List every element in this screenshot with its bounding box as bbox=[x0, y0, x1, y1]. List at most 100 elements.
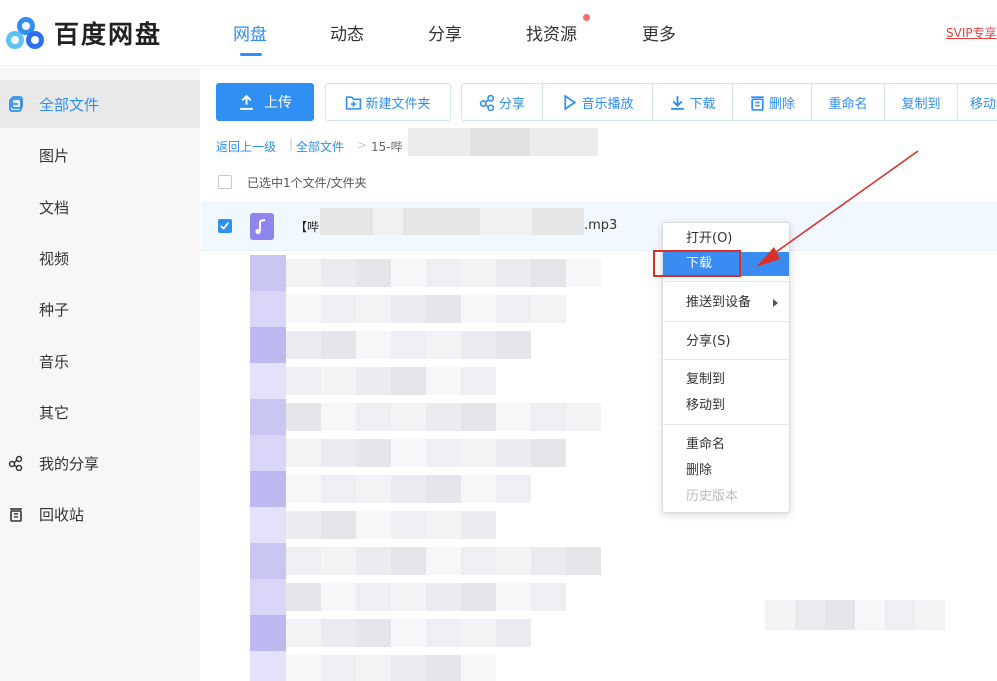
redacted-cell bbox=[356, 331, 391, 359]
delete-button[interactable]: 删除 bbox=[732, 83, 812, 121]
redacted-file-icon bbox=[250, 507, 286, 543]
file-name-prefix[interactable]: 【哔 bbox=[295, 218, 319, 235]
nav-share[interactable]: 分享 bbox=[428, 20, 462, 45]
redacted-cell bbox=[356, 619, 391, 647]
breadcrumb-back[interactable]: 返回上一级 bbox=[216, 138, 276, 155]
baidu-netdisk-logo[interactable] bbox=[2, 14, 50, 54]
music-play-button[interactable]: 音乐播放 bbox=[542, 83, 653, 121]
trash-icon bbox=[751, 95, 764, 111]
redacted-cell bbox=[321, 547, 356, 575]
redacted-cell bbox=[426, 547, 461, 575]
redacted-cell bbox=[566, 547, 601, 575]
sidebar-item-my-share[interactable]: 我的分享 bbox=[0, 439, 200, 487]
redacted-file-icon bbox=[250, 327, 286, 363]
breadcrumb-all-files[interactable]: 全部文件 bbox=[296, 138, 344, 155]
redacted-file-icon bbox=[250, 291, 286, 327]
redacted-cell bbox=[286, 403, 321, 431]
menu-divider bbox=[663, 359, 789, 360]
redacted-cell bbox=[426, 259, 461, 287]
redacted-cell bbox=[531, 439, 566, 467]
menu-item-delete[interactable]: 删除 bbox=[663, 459, 789, 483]
menu-item-move-to[interactable]: 移动到 bbox=[663, 394, 789, 418]
music-play-label: 音乐播放 bbox=[581, 96, 634, 112]
sidebar-item-videos[interactable]: 视频 bbox=[0, 234, 200, 282]
redacted-cell bbox=[855, 600, 885, 630]
sidebar-item-torrents[interactable]: 种子 bbox=[0, 285, 200, 333]
redacted-file-icon bbox=[250, 363, 286, 399]
menu-item-label: 推送到设备 bbox=[686, 295, 752, 310]
redacted-cell bbox=[461, 331, 496, 359]
redacted-cell bbox=[461, 403, 496, 431]
redacted-cell bbox=[461, 367, 496, 395]
sidebar-item-documents[interactable]: 文档 bbox=[0, 183, 200, 231]
top-header: 百度网盘 网盘 动态 分享 找资源 更多 SVIP专享 bbox=[0, 0, 997, 66]
redacted-cell bbox=[391, 475, 426, 503]
redacted-cell bbox=[286, 259, 321, 287]
music-file-icon bbox=[250, 213, 274, 240]
share-button[interactable]: 分享 bbox=[461, 83, 543, 121]
redacted-cell bbox=[321, 619, 356, 647]
notification-dot bbox=[583, 14, 590, 21]
redacted-cell bbox=[321, 475, 356, 503]
redacted-cell bbox=[461, 547, 496, 575]
nav-find-resources[interactable]: 找资源 bbox=[526, 20, 577, 45]
menu-item-share[interactable]: 分享(S) bbox=[663, 330, 789, 354]
rename-button[interactable]: 重命名 bbox=[811, 83, 885, 121]
redacted-file-name-block bbox=[373, 208, 403, 235]
sidebar-item-all-files[interactable]: 全部文件 bbox=[0, 80, 200, 128]
redacted-cell bbox=[321, 331, 356, 359]
nav-more[interactable]: 更多 bbox=[642, 20, 676, 45]
svip-link[interactable]: SVIP专享 bbox=[946, 24, 997, 41]
share-icon bbox=[8, 455, 23, 471]
new-folder-icon bbox=[346, 95, 362, 110]
download-button[interactable]: 下载 bbox=[652, 83, 733, 121]
redacted-cell bbox=[426, 583, 461, 611]
redacted-cell bbox=[391, 619, 426, 647]
select-all-checkbox[interactable] bbox=[218, 175, 232, 189]
redacted-file-icon bbox=[250, 399, 286, 435]
play-icon bbox=[564, 94, 577, 110]
annotation-highlight-box bbox=[653, 250, 741, 277]
upload-icon bbox=[240, 94, 253, 110]
redacted-cell bbox=[321, 511, 356, 539]
sidebar-item-images[interactable]: 图片 bbox=[0, 131, 200, 179]
redacted-cell bbox=[356, 655, 391, 681]
menu-item-push-to-device[interactable]: 推送到设备 bbox=[663, 291, 789, 315]
redacted-cell bbox=[356, 295, 391, 323]
redacted-cell bbox=[885, 600, 915, 630]
redacted-cell bbox=[356, 403, 391, 431]
delete-label: 删除 bbox=[768, 96, 795, 112]
menu-item-rename[interactable]: 重命名 bbox=[663, 433, 789, 457]
redacted-cell bbox=[531, 583, 566, 611]
redacted-cell bbox=[496, 295, 531, 323]
sidebar-item-other[interactable]: 其它 bbox=[0, 388, 200, 436]
nav-activity[interactable]: 动态 bbox=[330, 20, 364, 45]
sidebar-item-label: 音乐 bbox=[39, 353, 70, 371]
upload-button[interactable]: 上传 bbox=[216, 83, 314, 121]
row-checkbox[interactable] bbox=[218, 219, 232, 233]
file-extension: .mp3 bbox=[584, 218, 618, 233]
redacted-file-icon bbox=[250, 543, 286, 579]
sidebar-item-label: 种子 bbox=[39, 301, 70, 319]
redacted-cell bbox=[825, 600, 855, 630]
menu-item-copy-to[interactable]: 复制到 bbox=[663, 368, 789, 392]
redacted-cell bbox=[426, 295, 461, 323]
redacted-cell bbox=[356, 475, 391, 503]
upload-label: 上传 bbox=[264, 95, 292, 111]
files-icon bbox=[9, 96, 23, 112]
redacted-cell bbox=[496, 439, 531, 467]
redacted-cell bbox=[356, 259, 391, 287]
menu-divider bbox=[663, 281, 789, 282]
redacted-cell bbox=[426, 511, 461, 539]
move-to-button[interactable]: 移动 bbox=[957, 83, 997, 121]
sidebar-item-music[interactable]: 音乐 bbox=[0, 337, 200, 385]
redacted-cell bbox=[321, 583, 356, 611]
nav-netdisk[interactable]: 网盘 bbox=[233, 20, 267, 45]
new-folder-button[interactable]: 新建文件夹 bbox=[325, 83, 451, 121]
redacted-cell bbox=[356, 583, 391, 611]
copy-to-button[interactable]: 复制到 bbox=[884, 83, 958, 121]
redacted-cell bbox=[286, 331, 321, 359]
sidebar-item-recycle-bin[interactable]: 回收站 bbox=[0, 490, 200, 538]
trash-icon bbox=[10, 508, 22, 522]
redacted-cell bbox=[915, 600, 945, 630]
